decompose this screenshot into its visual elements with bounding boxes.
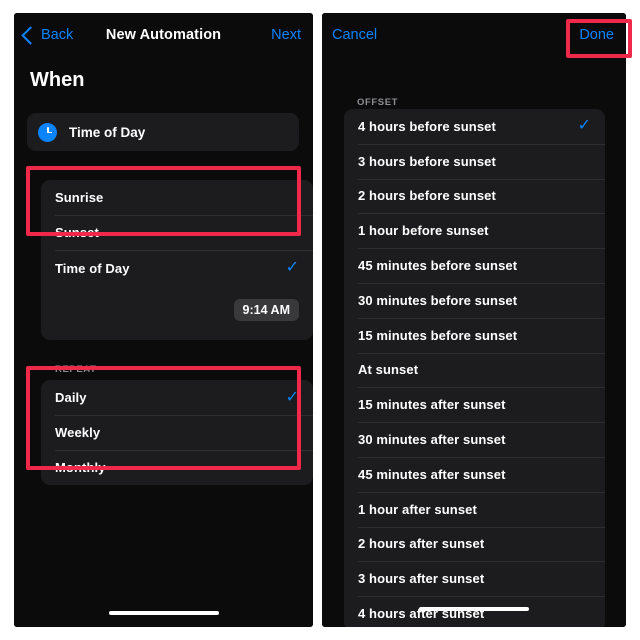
cancel-button[interactable]: Cancel bbox=[332, 13, 377, 57]
left-screen: Back New Automation Next When Time of Da… bbox=[14, 13, 313, 627]
offset-row-13[interactable]: 3 hours after sunset bbox=[344, 561, 605, 596]
offset-label: 3 hours before sunset bbox=[358, 153, 496, 169]
offset-row-5[interactable]: 30 minutes before sunset bbox=[344, 282, 605, 318]
done-button[interactable]: Done bbox=[579, 13, 614, 57]
home-indicator bbox=[419, 607, 529, 611]
trigger-card-time-of-day[interactable]: Time of Day bbox=[27, 113, 299, 151]
trigger-options-group: Sunrise Sunset bbox=[41, 180, 313, 250]
trigger-card-label: Time of Day bbox=[69, 124, 146, 140]
offset-section-label: OFFSET bbox=[357, 97, 399, 108]
option-label: Time of Day bbox=[55, 260, 130, 276]
when-heading: When bbox=[30, 69, 85, 91]
option-label: Monthly bbox=[55, 460, 106, 475]
offset-row-2[interactable]: 2 hours before sunset bbox=[344, 178, 605, 214]
offset-label: 45 minutes before sunset bbox=[358, 258, 518, 274]
offset-row-0[interactable]: 4 hours before sunset ✓ bbox=[344, 109, 605, 144]
offset-options-list: 4 hours before sunset ✓ 3 hours before s… bbox=[344, 109, 605, 627]
offset-row-9[interactable]: 30 minutes after sunset bbox=[344, 422, 605, 457]
screenshot-root: Back New Automation Next When Time of Da… bbox=[0, 0, 640, 640]
left-phone-frame: Back New Automation Next When Time of Da… bbox=[14, 13, 313, 627]
right-phone-frame: Cancel Done OFFSET 4 hours before sunset… bbox=[322, 13, 626, 627]
checkmark-icon: ✓ bbox=[285, 388, 299, 406]
option-label: Sunrise bbox=[55, 190, 104, 205]
offset-row-14[interactable]: 4 hours after sunset bbox=[344, 596, 605, 627]
repeat-section-label: REPEAT bbox=[55, 364, 97, 375]
option-row-daily[interactable]: Daily ✓ bbox=[41, 380, 313, 415]
checkmark-icon: ✓ bbox=[285, 259, 299, 276]
page-title: New Automation bbox=[105, 27, 222, 43]
left-navigation-bar: Back New Automation Next bbox=[14, 13, 313, 57]
home-indicator bbox=[108, 611, 219, 615]
offset-row-8[interactable]: 15 minutes after sunset bbox=[344, 387, 605, 422]
repeat-options-group: Daily ✓ Weekly Monthly bbox=[41, 380, 313, 485]
offset-label: 2 hours after sunset bbox=[358, 536, 485, 552]
option-label: Daily bbox=[55, 390, 87, 405]
option-row-sunset[interactable]: Sunset bbox=[41, 215, 313, 250]
right-screen: Cancel Done OFFSET 4 hours before sunset… bbox=[322, 13, 626, 627]
option-row-monthly[interactable]: Monthly bbox=[41, 450, 313, 485]
offset-row-12[interactable]: 2 hours after sunset bbox=[344, 526, 605, 562]
time-value-pill[interactable]: 9:14 AM bbox=[233, 299, 299, 321]
offset-label: 30 minutes before sunset bbox=[358, 292, 518, 308]
offset-label: 4 hours before sunset bbox=[358, 118, 496, 134]
option-row-sunrise[interactable]: Sunrise bbox=[41, 180, 313, 215]
next-button[interactable]: Next bbox=[271, 13, 301, 57]
trigger-options-group-continued: Time of Day ✓ bbox=[41, 250, 313, 286]
option-row-time-of-day[interactable]: Time of Day ✓ bbox=[41, 250, 313, 286]
checkmark-icon: ✓ bbox=[577, 117, 591, 135]
offset-label: 3 hours after sunset bbox=[358, 571, 485, 587]
clock-icon bbox=[38, 122, 57, 142]
offset-label: 2 hours before sunset bbox=[358, 188, 496, 204]
option-label: Sunset bbox=[55, 225, 99, 240]
offset-row-6[interactable]: 15 minutes before sunset bbox=[344, 317, 605, 353]
offset-label: 45 minutes after sunset bbox=[358, 466, 506, 482]
offset-row-3[interactable]: 1 hour before sunset bbox=[344, 213, 605, 248]
offset-label: 1 hour before sunset bbox=[358, 223, 489, 239]
right-navigation-bar: Cancel Done bbox=[322, 13, 626, 57]
offset-label: 15 minutes before sunset bbox=[358, 327, 518, 343]
option-row-weekly[interactable]: Weekly bbox=[41, 415, 313, 450]
offset-row-7[interactable]: At sunset bbox=[344, 352, 605, 388]
offset-label: 30 minutes after sunset bbox=[358, 432, 506, 448]
offset-row-1[interactable]: 3 hours before sunset bbox=[344, 143, 605, 179]
offset-label: 15 minutes after sunset bbox=[358, 397, 506, 413]
offset-label: 1 hour after sunset bbox=[358, 501, 477, 517]
offset-row-10[interactable]: 45 minutes after sunset bbox=[344, 456, 605, 492]
offset-row-11[interactable]: 1 hour after sunset bbox=[344, 491, 605, 527]
time-picker-area[interactable]: 9:14 AM bbox=[41, 285, 313, 340]
cancel-button-label: Cancel bbox=[332, 27, 378, 43]
offset-label: At sunset bbox=[358, 362, 419, 378]
option-label: Weekly bbox=[55, 425, 101, 440]
offset-row-4[interactable]: 45 minutes before sunset bbox=[344, 248, 605, 283]
